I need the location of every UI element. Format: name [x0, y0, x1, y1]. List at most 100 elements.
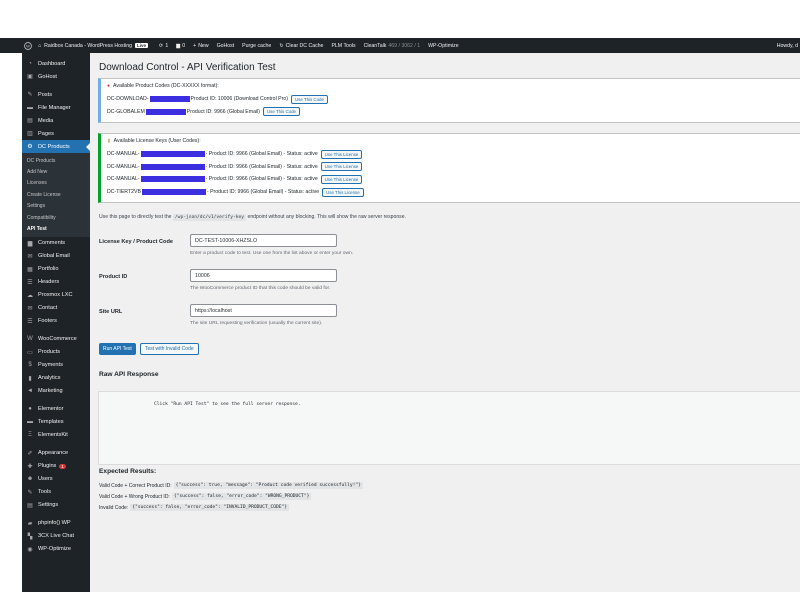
- admin-bar: W ⌂ Raidbox Canada - WordPress Hosting Liv…: [0, 38, 800, 53]
- chat-icon: ▚: [27, 533, 33, 540]
- menu-pages[interactable]: ▥ Pages: [22, 127, 90, 140]
- raw-response-box: Click "Run API Test" to see the full ser…: [98, 391, 800, 465]
- php-icon: ▰: [27, 520, 33, 527]
- license-key-label: License Key / Product Code: [99, 239, 173, 245]
- license-key-row: DC-MANUAL- - Product ID: 9966 (Global Em…: [107, 173, 800, 186]
- menu-analytics[interactable]: ▮ Analytics: [22, 372, 90, 385]
- menu-tools[interactable]: ✎ Tools: [22, 486, 90, 499]
- menu-phpinfo[interactable]: ▰ phpinfo() WP: [22, 517, 90, 530]
- contact-icon: ✉: [27, 305, 33, 312]
- menu-elementor[interactable]: ● Elementor: [22, 403, 90, 416]
- use-this-license-button[interactable]: Use This License: [322, 187, 364, 197]
- cloud-icon: ☁: [27, 292, 33, 299]
- updates-link[interactable]: ⟳ 1: [155, 38, 172, 53]
- menu-posts[interactable]: ✎ Posts: [22, 88, 90, 101]
- product-id-label: Product ID: [99, 274, 128, 280]
- use-this-license-button[interactable]: Use This License: [320, 174, 363, 184]
- menu-gohost[interactable]: ▣ GoHost: [22, 70, 90, 83]
- templates-icon: ▬: [27, 419, 33, 426]
- submenu-dc-products[interactable]: DC Products: [22, 155, 90, 166]
- purge-cache-link[interactable]: Purge cache: [238, 38, 275, 53]
- updates-icon: ⟳: [159, 42, 164, 49]
- svg-text:W: W: [26, 43, 31, 48]
- menu-users[interactable]: ☻ Users: [22, 473, 90, 486]
- cleantalk-link[interactable]: CleanTalk 469 / 3062 / 1: [360, 38, 425, 53]
- site-name-link[interactable]: ⌂ Raidbox Canada - WordPress Hosting Live: [34, 38, 155, 53]
- clear-dc-cache-link[interactable]: ↻ Clear DC Cache: [275, 38, 327, 53]
- license-key-input[interactable]: DC-TEST-10006-XHZSLO: [190, 234, 337, 247]
- settings-sliders-icon: ▤: [27, 502, 33, 509]
- redacted-code: [141, 189, 206, 196]
- menu-headers[interactable]: ☰ Headers: [22, 276, 90, 289]
- plugins-update-badge: 1: [59, 463, 66, 469]
- site-url-description: The site URL requesting verification (us…: [190, 321, 323, 326]
- optimize-icon: ◉: [27, 546, 33, 553]
- folder-icon: ▬: [27, 104, 33, 111]
- comments-link[interactable]: ▆ 0: [172, 38, 189, 53]
- redacted-code: [149, 96, 190, 103]
- site-url-label: Site URL: [99, 309, 123, 315]
- pin-icon: ✎: [27, 92, 33, 98]
- menu-woocommerce[interactable]: W WooCommerce: [22, 333, 90, 346]
- menu-media[interactable]: ▤ Media: [22, 114, 90, 127]
- product-id-input[interactable]: 10006: [190, 269, 337, 282]
- menu-dc-products[interactable]: ⚙ DC Products: [22, 140, 90, 153]
- wordpress-logo-icon[interactable]: W: [22, 40, 34, 52]
- product-code-row: DC-DOWNLOAD- Product ID: 10006 (Download…: [107, 93, 800, 106]
- elementor-icon: ●: [28, 406, 32, 413]
- endpoint-code: /wp-json/dc/v1/verify-key: [172, 214, 247, 221]
- expected-results-heading: Expected Results:: [99, 468, 157, 475]
- howdy-user-link[interactable]: Howdy, d: [773, 38, 800, 53]
- menu-file-manager[interactable]: ▬ File Manager: [22, 101, 90, 114]
- license-key-description: Enter a product code to test. Use one fr…: [190, 251, 354, 256]
- menu-wp-optimize[interactable]: ◉ WP-Optimize: [22, 543, 90, 556]
- submenu-settings[interactable]: Settings: [22, 201, 90, 212]
- tools-icon: ✎: [27, 489, 33, 496]
- gohost-link[interactable]: GoHost: [213, 38, 239, 53]
- submenu-add-new[interactable]: Add New: [22, 166, 90, 177]
- submenu-licenses[interactable]: Licenses: [22, 178, 90, 189]
- use-this-code-button[interactable]: Use This Code: [290, 94, 328, 104]
- menu-payments[interactable]: $ Payments: [22, 359, 90, 372]
- info-dot-icon: ●: [107, 83, 111, 89]
- license-keys-notice: ⚷ Available License Keys (User Codes): DC…: [98, 133, 800, 204]
- run-api-test-button[interactable]: Run API Test: [99, 343, 136, 355]
- menu-contact[interactable]: ✉ Contact: [22, 302, 90, 315]
- marketing-icon: ◄: [27, 388, 33, 395]
- menu-portfolio[interactable]: ▦ Portfolio: [22, 263, 90, 276]
- menu-products[interactable]: ▭ Products: [22, 346, 90, 359]
- settings-icon: ⚙: [27, 144, 33, 150]
- raw-response-heading: Raw API Response: [99, 371, 159, 378]
- dashboard-icon: ◔: [28, 60, 32, 67]
- use-this-code-button[interactable]: Use This Code: [263, 107, 300, 117]
- menu-elementskit[interactable]: Ξ ElementsKit: [22, 429, 90, 442]
- page-title: Download Control - API Verification Test: [99, 62, 276, 73]
- new-content-link[interactable]: + New: [189, 38, 212, 53]
- headers-icon: ☰: [27, 279, 33, 286]
- menu-comments[interactable]: ▆ Comments: [22, 237, 90, 250]
- license-keys-heading: Available License Keys (User Codes):: [113, 138, 201, 144]
- brush-icon: ✐: [27, 450, 33, 457]
- submenu-api-test[interactable]: API Test: [22, 223, 90, 234]
- menu-3cx-live-chat[interactable]: ▚ 3CX Live Chat: [22, 530, 90, 543]
- submenu-compatibility[interactable]: Compatibility: [22, 212, 90, 223]
- menu-appearance[interactable]: ✐ Appearance: [22, 447, 90, 460]
- test-invalid-code-button[interactable]: Test with Invalid Code: [140, 343, 199, 355]
- menu-dashboard[interactable]: ◔ Dashboard: [22, 57, 90, 70]
- menu-proxmox-lxc[interactable]: ☁ Proxmox LXC: [22, 289, 90, 302]
- submenu-create-license[interactable]: Create License: [22, 189, 90, 200]
- wp-optimize-link[interactable]: WP-Optimize: [424, 38, 463, 53]
- site-url-input[interactable]: https://localhost: [190, 304, 337, 317]
- menu-marketing[interactable]: ◄ Marketing: [22, 385, 90, 398]
- menu-templates[interactable]: ▬ Templates: [22, 416, 90, 429]
- license-key-row: DC-MANUAL- - Product ID: 9966 (Global Em…: [107, 161, 800, 174]
- use-this-license-button[interactable]: Use This License: [320, 149, 363, 159]
- menu-settings[interactable]: ▤ Settings: [22, 499, 90, 512]
- elementskit-icon: Ξ: [28, 432, 32, 439]
- redacted-code: [145, 108, 186, 115]
- menu-global-email[interactable]: ✉ Global Email: [22, 250, 90, 263]
- menu-footers[interactable]: ☰ Footers: [22, 315, 90, 328]
- use-this-license-button[interactable]: Use This License: [320, 162, 363, 172]
- plm-tools-link[interactable]: PLM Tools: [327, 38, 359, 53]
- menu-plugins[interactable]: ✚ Plugins 1: [22, 460, 90, 473]
